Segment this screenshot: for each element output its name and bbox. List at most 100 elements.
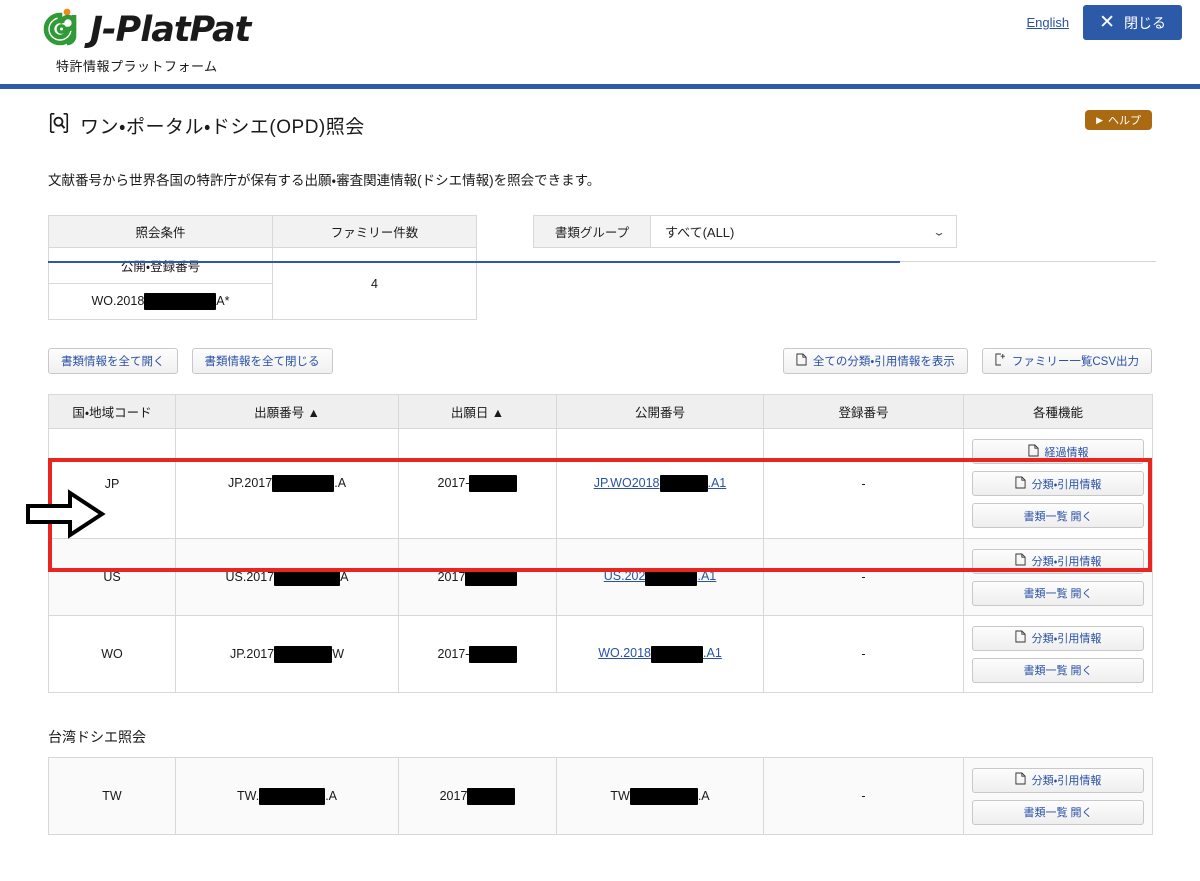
cell-functions: 分類・引用情報 書類一覧 開く: [963, 757, 1153, 835]
cell-country-code: WO: [48, 615, 176, 693]
cell-publication-number: TW .A: [556, 757, 764, 835]
close-all-documents-button[interactable]: 書類情報を全て閉じる: [191, 348, 333, 374]
export-family-csv-label: ファミリー一覧CSV出力: [1011, 356, 1139, 368]
document-page-icon: [1015, 772, 1026, 788]
open-document-list-button[interactable]: 書類一覧 開く: [972, 580, 1144, 606]
pub-no-suffix: .A1: [707, 475, 727, 490]
open-document-list-label: 書類一覧 開く: [1023, 510, 1093, 523]
classification-citation-button[interactable]: 分類・引用情報: [972, 471, 1144, 496]
publication-number-link[interactable]: JP.WO2018 .A1: [594, 475, 727, 492]
open-document-list-button[interactable]: 書類一覧 開く: [972, 799, 1144, 825]
col-country-code[interactable]: 国・地域コード: [48, 394, 176, 429]
number-prefix: WO.2018: [91, 293, 145, 308]
publication-number-link[interactable]: WO.2018 .A1: [598, 645, 722, 663]
search-dossier-icon: [48, 112, 80, 139]
document-group-filter: 書類グループ すべて(ALL) ⌄: [533, 215, 957, 248]
taiwan-dossier-table: TW TW. .A 2017 TW .A - 分類・引用情報 書類一覧 開く: [48, 757, 1153, 835]
cell-publication-number: JP.WO2018 .A1: [556, 428, 764, 539]
progress-info-button[interactable]: 経過情報: [972, 439, 1144, 464]
help-button-label: ヘルプ: [1108, 115, 1141, 127]
app-no-suffix: W: [332, 646, 345, 661]
play-triangle-icon: ▶: [1096, 114, 1103, 125]
col-application-number[interactable]: 出願番号 ▲: [175, 394, 399, 429]
pub-no-prefix: WO.2018: [598, 646, 652, 661]
cell-functions: 分類・引用情報 書類一覧 開く: [963, 538, 1153, 616]
redacted-mask: [467, 787, 516, 805]
table-row: US US.2017 A 2017 US.202 .A1 - 分類・引用情報 書…: [48, 538, 1153, 616]
close-button-label: 閉じる: [1124, 14, 1166, 31]
show-all-classification-citation-label: 全ての分類・引用情報を表示: [812, 356, 955, 368]
family-count-value: 4: [272, 247, 477, 320]
condition-table: 照会条件 ファミリー件数 公開・登録番号 4 WO.2018 A*: [48, 215, 477, 320]
site-logo[interactable]: J-PlatPat 特許情報プラットフォーム: [40, 6, 251, 75]
cell-publication-number: US.202 .A1: [556, 538, 764, 616]
col-registration-number[interactable]: 登録番号: [763, 394, 964, 429]
help-button[interactable]: ▶ ヘルプ: [1085, 110, 1152, 130]
redacted-mask: [659, 475, 708, 492]
col-publication-number[interactable]: 公開番号: [556, 394, 764, 429]
pub-no-suffix: .A1: [703, 646, 722, 661]
classification-citation-button[interactable]: 分類・引用情報: [972, 625, 1144, 651]
family-count-col-header: ファミリー件数: [272, 215, 477, 248]
close-button[interactable]: ✕ 閉じる: [1083, 5, 1182, 40]
site-header: J-PlatPat 特許情報プラットフォーム English ✕ 閉じる: [0, 0, 1200, 84]
redacted-mask: [144, 293, 217, 310]
cell-functions: 経過情報 分類・引用情報 書類一覧 開く: [963, 428, 1153, 539]
english-language-link[interactable]: English: [1026, 15, 1069, 30]
open-all-documents-button[interactable]: 書類情報を全て開く: [48, 348, 178, 374]
export-family-csv-button[interactable]: ファミリー一覧CSV出力: [981, 348, 1152, 374]
family-table: 国・地域コード 出願番号 ▲ 出願日 ▲ 公開番号 登録番号 各種機能 JP J…: [48, 394, 1153, 693]
cell-registration-number: -: [763, 538, 964, 616]
logo-subtitle: 特許情報プラットフォーム: [56, 59, 218, 74]
classification-citation-label: 分類・引用情報: [1031, 633, 1102, 645]
cell-application-date: 2017-: [398, 428, 557, 539]
classification-citation-button[interactable]: 分類・引用情報: [972, 548, 1144, 574]
col-application-date[interactable]: 出願日 ▲: [398, 394, 557, 429]
open-document-list-button[interactable]: 書類一覧 開く: [972, 657, 1144, 683]
cell-registration-number: -: [763, 615, 964, 693]
col-functions: 各種機能: [963, 394, 1153, 429]
table-row: TW TW. .A 2017 TW .A - 分類・引用情報 書類一覧 開く: [48, 757, 1153, 835]
open-document-list-label: 書類一覧 開く: [1023, 588, 1093, 600]
classification-citation-label: 分類・引用情報: [1031, 478, 1102, 491]
page-body: ワン・ポータル・ドシエ(OPD)照会 ▶ ヘルプ 文献番号から世界各国の特許庁が…: [0, 110, 1200, 835]
header-accent-bar: [0, 84, 1200, 89]
pub-no-suffix: .A: [697, 788, 710, 803]
pub-reg-number-label: 公開・登録番号: [48, 247, 273, 284]
cell-country-code: US: [48, 538, 176, 616]
pub-no-prefix: TW: [610, 788, 630, 803]
pub-reg-number-value: WO.2018 A*: [48, 283, 273, 320]
cell-publication-number: WO.2018 .A1: [556, 615, 764, 693]
cell-application-date: 2017: [398, 757, 557, 835]
condition-col-header: 照会条件: [48, 215, 273, 248]
title-underline-extension: [900, 261, 1156, 262]
classification-citation-label: 分類・引用情報: [1031, 556, 1102, 568]
redacted-mask: [645, 568, 698, 586]
table-row: JP JP.2017 .A 2017- JP.WO2018 .A1 - 経過情報…: [48, 428, 1153, 539]
export-icon: [995, 353, 1006, 369]
page-title-row: ワン・ポータル・ドシエ(OPD)照会 ▶ ヘルプ: [48, 110, 1152, 139]
header-actions: English ✕ 閉じる: [1026, 5, 1182, 40]
condition-header-row: 照会条件 ファミリー件数: [48, 215, 477, 248]
show-all-classification-citation-button[interactable]: 全ての分類・引用情報を表示: [782, 348, 968, 374]
app-no-prefix: JP.2017: [229, 646, 275, 661]
open-document-list-button[interactable]: 書類一覧 開く: [972, 503, 1144, 528]
redacted-mask: [469, 475, 518, 492]
redacted-mask: [274, 645, 333, 663]
document-page-icon: [796, 353, 807, 369]
document-group-select[interactable]: すべて(ALL) ⌄: [651, 215, 957, 248]
document-page-icon: [1015, 476, 1026, 492]
close-icon: ✕: [1099, 12, 1115, 33]
progress-info-label: 経過情報: [1044, 446, 1089, 459]
cell-registration-number: -: [763, 757, 964, 835]
app-no-suffix: .A: [334, 475, 347, 490]
cell-application-number: TW. .A: [175, 757, 399, 835]
app-date-prefix: 2017: [437, 569, 466, 584]
classification-citation-button[interactable]: 分類・引用情報: [972, 767, 1144, 793]
cell-registration-number: -: [763, 428, 964, 539]
table-row: WO JP.2017 W 2017- WO.2018 .A1 - 分類・引用情報…: [48, 615, 1153, 693]
redacted-mask: [629, 787, 698, 805]
publication-number-link[interactable]: US.202 .A1: [604, 568, 716, 586]
condition-area: 照会条件 ファミリー件数 公開・登録番号 4 WO.2018 A* 書類グループ …: [48, 215, 1152, 320]
taiwan-dossier-heading: 台湾ドシエ照会: [48, 729, 146, 745]
